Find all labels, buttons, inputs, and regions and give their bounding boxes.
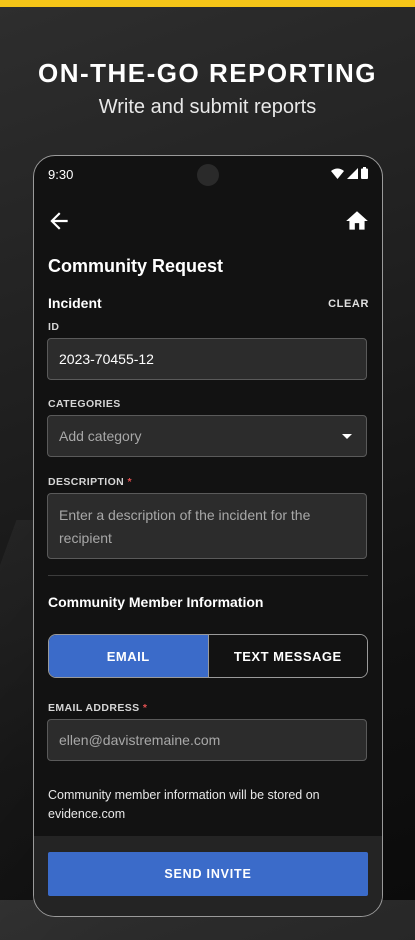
description-label-text: DESCRIPTION bbox=[48, 476, 125, 488]
send-invite-button[interactable]: SEND INVITE bbox=[48, 852, 368, 896]
clear-button[interactable]: CLEAR bbox=[328, 298, 369, 310]
email-toggle-button[interactable]: EMAIL bbox=[49, 635, 208, 677]
section-divider bbox=[48, 575, 368, 576]
email-placeholder: ellen@davistremaine.com bbox=[59, 732, 221, 748]
id-value: 2023-70455-12 bbox=[59, 351, 154, 367]
id-field[interactable]: 2023-70455-12 bbox=[47, 338, 367, 380]
description-field[interactable]: Enter a description of the incident for … bbox=[47, 493, 367, 559]
categories-label: CATEGORIES bbox=[48, 398, 121, 410]
promo-subheadline: Write and submit reports bbox=[98, 96, 317, 118]
email-address-label: EMAIL ADDRESS * bbox=[48, 702, 147, 714]
contact-method-toggle: EMAIL TEXT MESSAGE bbox=[48, 634, 368, 678]
text-message-toggle-button[interactable]: TEXT MESSAGE bbox=[207, 635, 367, 677]
phone-frame: 9:30 Community Request Incident CLEAR ID… bbox=[33, 155, 383, 917]
required-marker: * bbox=[142, 702, 148, 714]
email-address-label-text: EMAIL ADDRESS bbox=[48, 702, 140, 714]
cellular-signal-icon bbox=[347, 167, 358, 179]
app-bar bbox=[34, 204, 382, 240]
wifi-icon bbox=[331, 168, 344, 179]
arrow-left-icon[interactable] bbox=[46, 208, 72, 234]
battery-icon bbox=[361, 167, 368, 179]
brand-accent-bar bbox=[0, 0, 415, 7]
community-section-title: Community Member Information bbox=[48, 594, 264, 610]
id-label: ID bbox=[48, 321, 60, 333]
page-title: Community Request bbox=[48, 256, 224, 276]
required-marker: * bbox=[127, 476, 132, 488]
incident-section-title: Incident bbox=[48, 295, 102, 311]
description-placeholder: Enter a description of the incident for … bbox=[59, 507, 311, 546]
description-label: DESCRIPTION * bbox=[48, 476, 132, 488]
promo-headline: ON-THE-GO REPORTING bbox=[37, 58, 378, 88]
categories-placeholder: Add category bbox=[59, 428, 142, 444]
storage-note: Community member information will be sto… bbox=[48, 788, 320, 821]
home-icon[interactable] bbox=[344, 208, 370, 234]
status-icons bbox=[331, 167, 368, 179]
email-field[interactable]: ellen@davistremaine.com bbox=[47, 719, 367, 761]
categories-dropdown[interactable]: Add category bbox=[47, 415, 367, 457]
chevron-down-icon bbox=[342, 434, 352, 439]
status-bar: 9:30 bbox=[34, 156, 382, 192]
status-time: 9:30 bbox=[48, 167, 74, 182]
camera-cutout bbox=[197, 164, 219, 186]
